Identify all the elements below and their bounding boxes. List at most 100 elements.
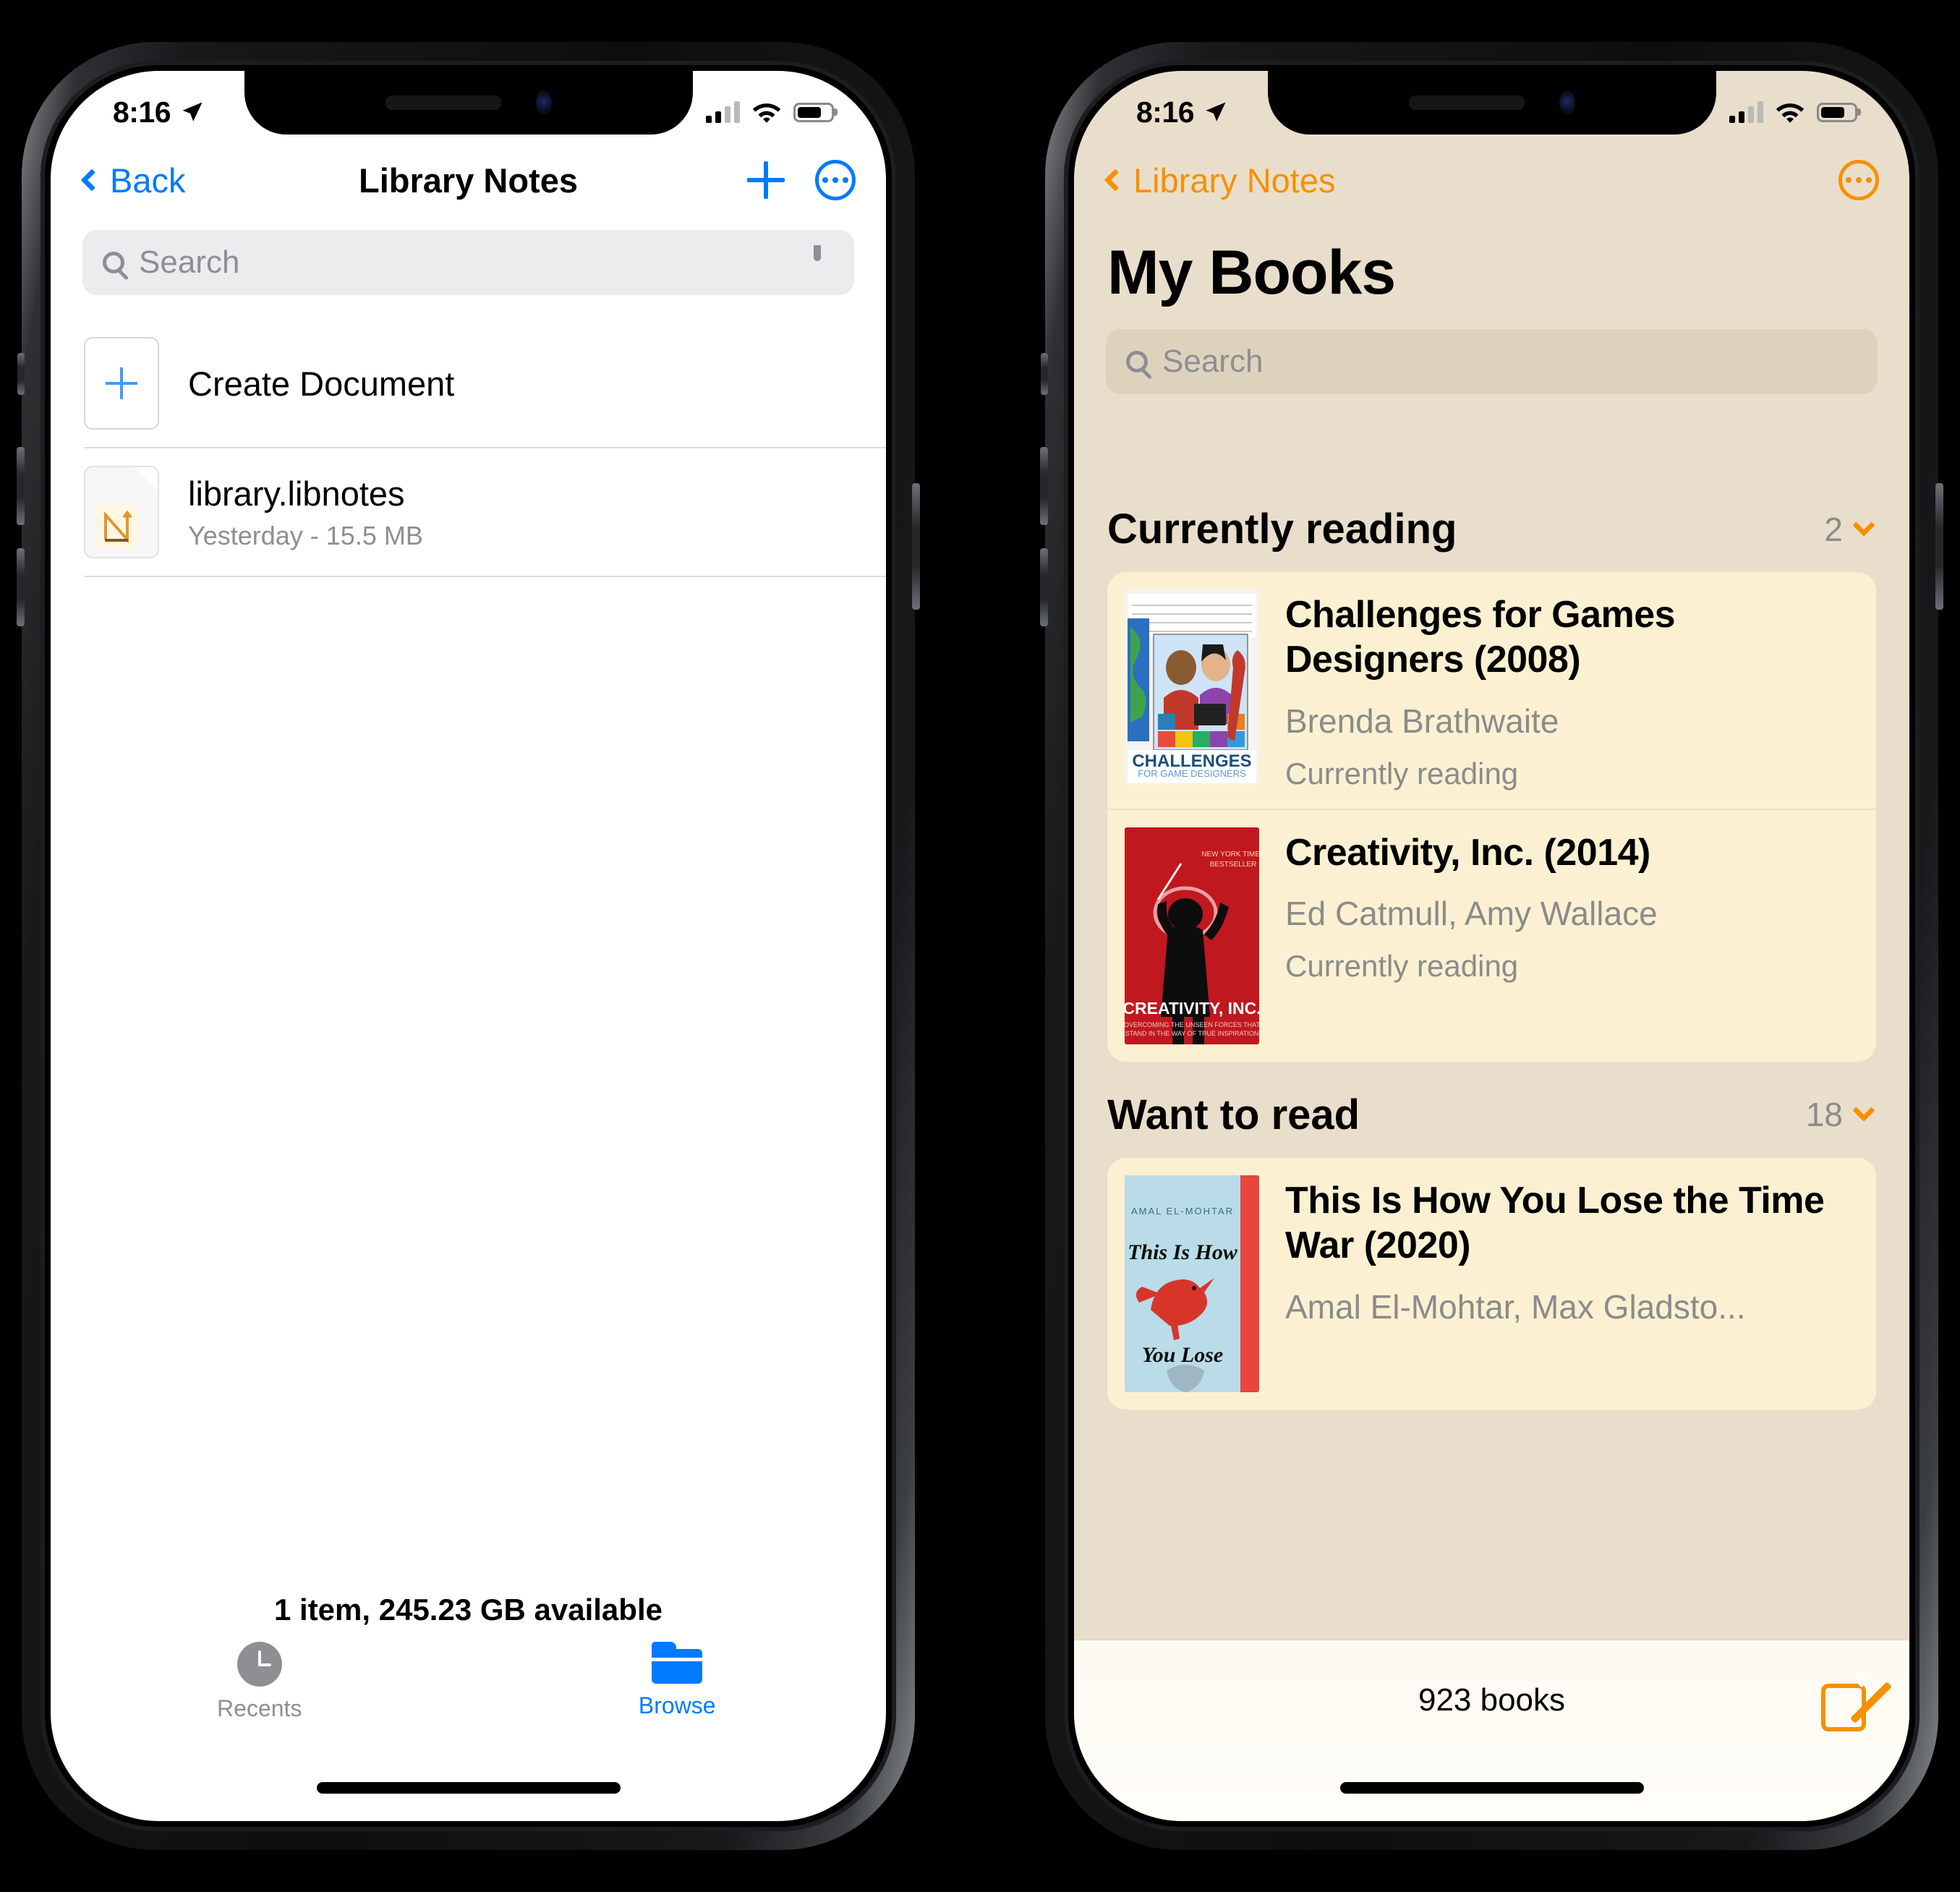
tab-browse[interactable]: Browse: [469, 1629, 887, 1759]
svg-text:NEW YORK TIMES: NEW YORK TIMES: [1201, 851, 1259, 858]
more-circle-icon[interactable]: [1838, 160, 1879, 200]
book-info: Challenges for Games Designers (2008) Br…: [1285, 589, 1854, 791]
file-subtitle: Yesterday - 15.5 MB: [188, 520, 423, 550]
section-card-currently-reading: CHALLENGES FOR GAME DESIGNERS Challenges…: [1107, 572, 1876, 1062]
tab-recents[interactable]: Recents: [51, 1629, 469, 1759]
svg-text:FOR GAME DESIGNERS: FOR GAME DESIGNERS: [1138, 768, 1246, 779]
earpiece-speaker: [1408, 95, 1525, 110]
book-cover-challenges: CHALLENGES FOR GAME DESIGNERS: [1125, 589, 1259, 783]
phone-bezel: 8:16: [41, 61, 896, 1831]
svg-text:CREATIVITY, INC.: CREATIVITY, INC.: [1125, 999, 1259, 1018]
book-status: Currently reading: [1285, 949, 1519, 984]
clock-icon: [237, 1642, 282, 1687]
files-app-screen: 8:16 Back Library Notes Search Create Do…: [51, 71, 886, 1821]
library-file-row[interactable]: library.libnotes Yesterday - 15.5 MB: [84, 448, 886, 577]
nav-actions: [1838, 160, 1879, 200]
books-list[interactable]: Currently reading 2 CHALLENGES FOR GAME …: [1074, 476, 1909, 1821]
chevron-down-icon: [1852, 514, 1875, 537]
status-bar-time: 8:16: [113, 95, 171, 129]
book-status: Currently reading: [1285, 756, 1519, 791]
status-bar-time: 8:16: [1136, 95, 1195, 129]
books-bottom-bar: 923 books: [1074, 1640, 1909, 1821]
book-title: Challenges for Games Designers (2008): [1285, 594, 1676, 681]
book-title: Creativity, Inc. (2014): [1285, 831, 1650, 874]
svg-text:This Is How: This Is How: [1128, 1240, 1238, 1264]
cellular-signal-icon: [706, 101, 740, 123]
power-button[interactable]: [912, 483, 920, 610]
mute-switch[interactable]: [1041, 353, 1048, 395]
svg-text:AMAL EL-MOHTAR: AMAL EL-MOHTAR: [1131, 1206, 1234, 1216]
section-toggle[interactable]: 2: [1824, 510, 1875, 549]
file-list: Create Document library.libnotes Yesterd…: [51, 320, 886, 577]
chevron-left-icon: [80, 169, 103, 192]
books-app-screen: 8:16 Library Notes My Books Search Curre…: [1074, 71, 1909, 1821]
notch: [1267, 71, 1716, 135]
section-header-currently-reading: Currently reading 2: [1074, 476, 1909, 572]
search-icon: [1126, 351, 1148, 372]
section-count: 2: [1824, 510, 1843, 548]
more-circle-icon[interactable]: [815, 160, 856, 200]
compose-icon[interactable]: [1821, 1684, 1866, 1731]
search-placeholder: Search: [139, 244, 240, 280]
book-author: Brenda Brathwaite: [1285, 702, 1559, 740]
battery-icon: [1817, 102, 1857, 122]
libnotes-file-icon: [84, 466, 159, 558]
book-info: This Is How You Lose the Time War (2020)…: [1285, 1175, 1854, 1392]
status-bar-left: 8:16: [113, 95, 205, 129]
status-bar-left: 8:16: [1136, 95, 1229, 129]
section-title: Want to read: [1107, 1091, 1360, 1138]
microphone-icon[interactable]: [814, 245, 834, 280]
chevron-down-icon: [1852, 1099, 1875, 1122]
section-title: Currently reading: [1107, 506, 1457, 553]
book-row[interactable]: NEW YORK TIMES BESTSELLER CREATIVITY, IN…: [1107, 808, 1876, 1062]
phone-right-books: 8:16 Library Notes My Books Search Curre…: [1040, 42, 1943, 1850]
file-meta: library.libnotes Yesterday - 15.5 MB: [188, 474, 886, 551]
back-button[interactable]: Library Notes: [1104, 161, 1336, 200]
home-indicator[interactable]: [316, 1782, 621, 1794]
search-input[interactable]: Search: [82, 230, 854, 295]
section-toggle[interactable]: 18: [1805, 1095, 1875, 1134]
volume-up-button[interactable]: [17, 447, 25, 525]
page-title: My Books: [1107, 238, 1396, 307]
section-card-want-to-read: AMAL EL-MOHTAR This Is How You Lose This…: [1107, 1157, 1876, 1410]
book-row[interactable]: CHALLENGES FOR GAME DESIGNERS Challenges…: [1107, 572, 1876, 809]
back-button[interactable]: Back: [80, 161, 186, 200]
book-author: Amal El-Mohtar, Max Gladsto...: [1285, 1287, 1746, 1326]
search-icon: [103, 252, 124, 273]
status-bar-right: [706, 101, 834, 124]
location-arrow-icon: [182, 102, 203, 122]
file-name: library.libnotes: [188, 474, 405, 513]
nav-actions: [747, 160, 856, 200]
files-nav-bar: Back Library Notes: [51, 140, 886, 220]
home-indicator[interactable]: [1339, 1782, 1644, 1794]
battery-icon: [793, 102, 834, 122]
status-bar-right: [1729, 101, 1857, 124]
wifi-icon: [1776, 103, 1805, 123]
chevron-left-icon: [1104, 169, 1127, 192]
books-nav-bar: Library Notes: [1074, 140, 1909, 220]
create-document-label: Create Document: [188, 364, 455, 403]
volume-down-button[interactable]: [1040, 548, 1048, 626]
tab-recents-label: Recents: [217, 1695, 302, 1721]
search-input[interactable]: Search: [1106, 329, 1878, 394]
back-button-label: Library Notes: [1133, 161, 1336, 200]
section-header-want-to-read: Want to read 18: [1074, 1062, 1909, 1158]
front-camera: [1559, 90, 1575, 115]
books-count-label: 923 books: [1418, 1682, 1566, 1718]
notch: [244, 71, 693, 135]
power-button[interactable]: [1935, 483, 1943, 610]
book-info: Creativity, Inc. (2014) Ed Catmull, Amy …: [1285, 827, 1854, 1044]
volume-down-button[interactable]: [17, 548, 25, 626]
section-count: 18: [1805, 1096, 1843, 1134]
svg-text:OVERCOMING THE UNSEEN FORCES T: OVERCOMING THE UNSEEN FORCES THAT: [1125, 1021, 1259, 1028]
create-document-row[interactable]: Create Document: [84, 320, 886, 448]
plus-icon[interactable]: [747, 161, 785, 199]
book-row[interactable]: AMAL EL-MOHTAR This Is How You Lose This…: [1107, 1158, 1876, 1410]
mute-switch[interactable]: [17, 353, 25, 395]
phone-bezel: 8:16: [1064, 61, 1919, 1831]
tab-bar: Recents Browse: [51, 1629, 886, 1759]
folder-icon: [652, 1642, 703, 1684]
screenshot-stage: 8:16 Back Library Notes Search Create Do…: [0, 0, 1960, 1892]
cellular-signal-icon: [1729, 101, 1763, 123]
volume-up-button[interactable]: [1040, 447, 1048, 525]
